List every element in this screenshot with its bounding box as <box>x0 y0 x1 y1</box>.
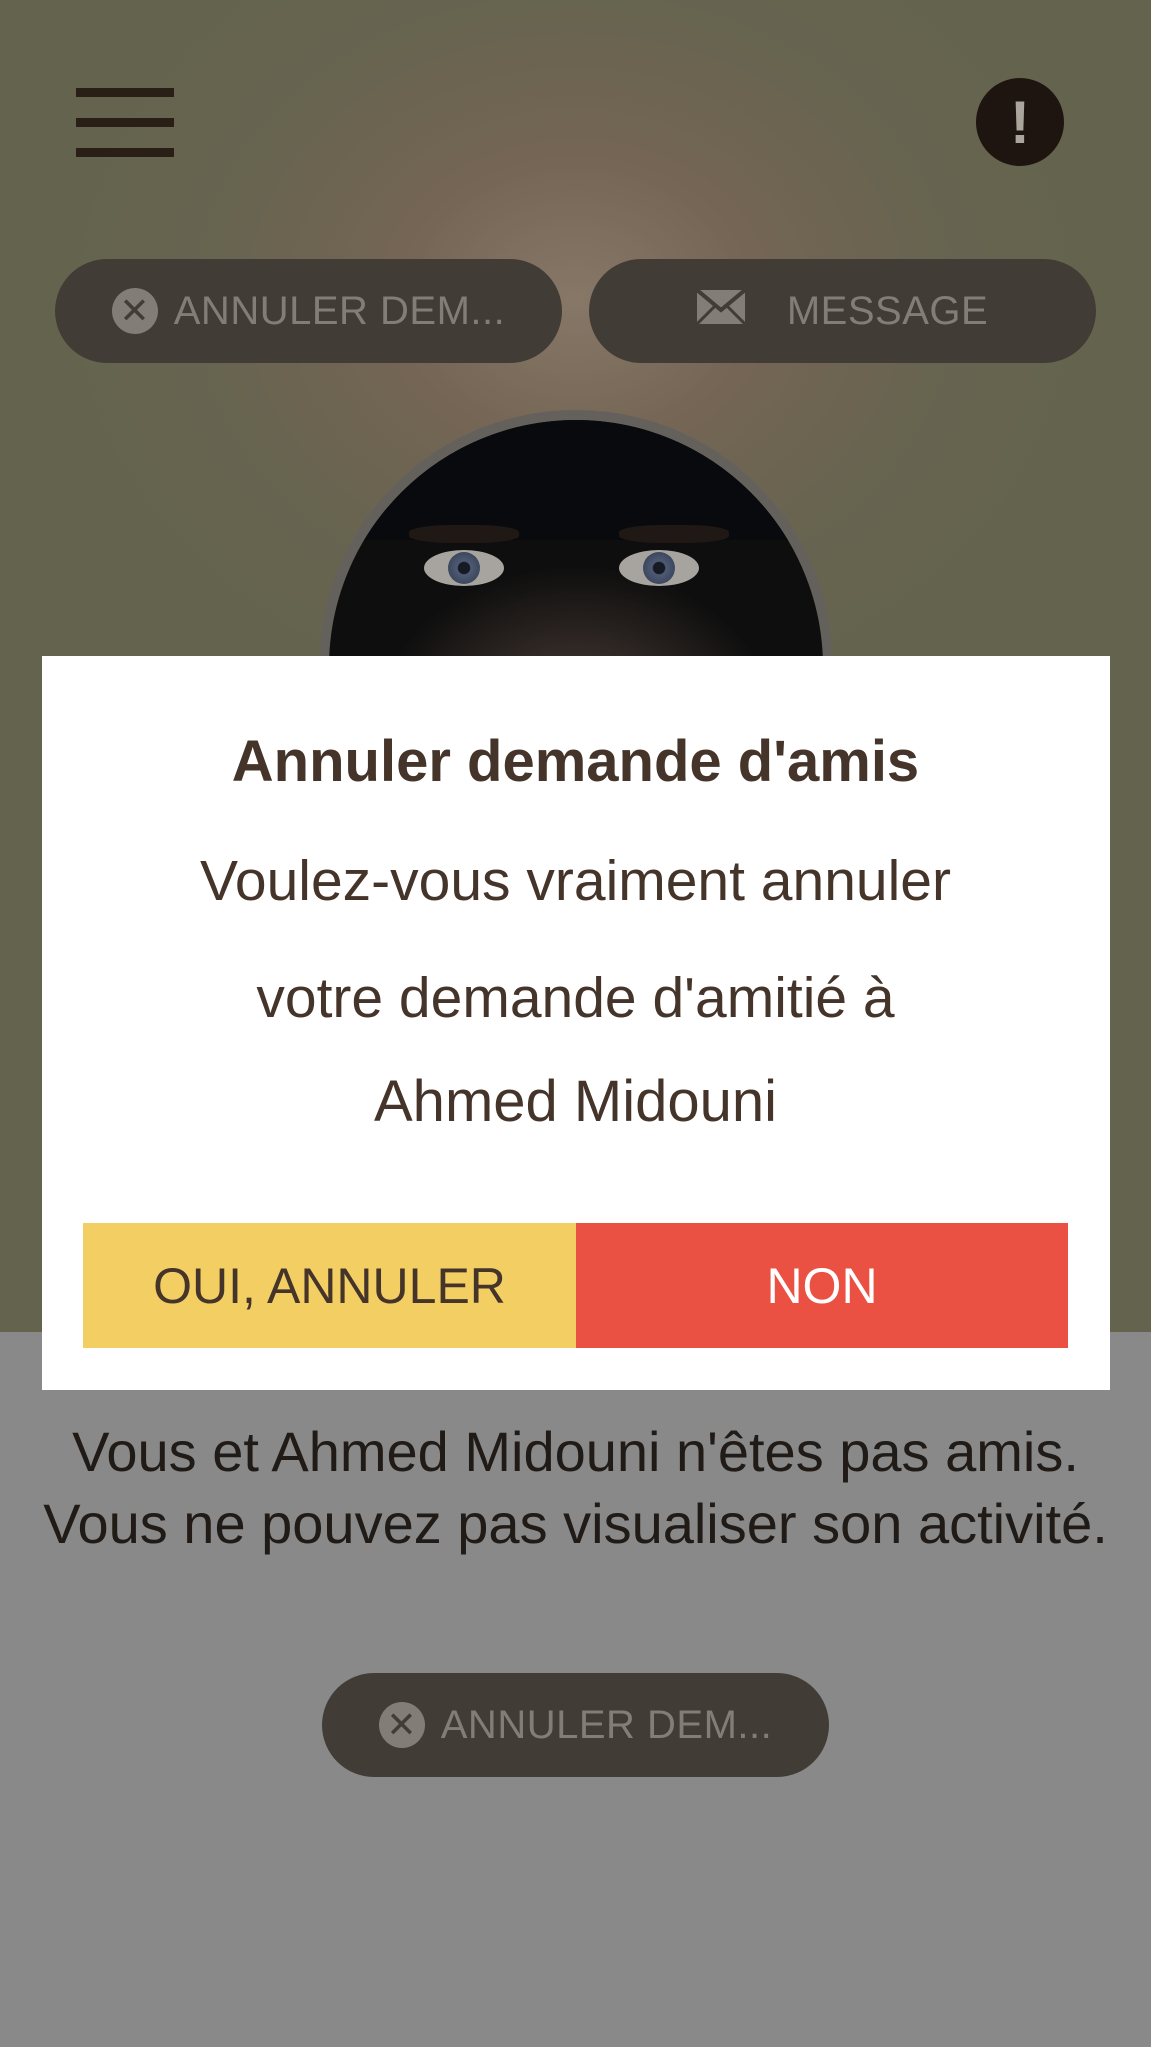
confirm-cancel-button[interactable]: OUI, ANNULER <box>83 1223 576 1348</box>
dialog-message-line-2: votre demande d'amitié à <box>256 966 895 1030</box>
dialog-target-name: Ahmed Midouni <box>374 1069 777 1134</box>
deny-button[interactable]: NON <box>576 1223 1068 1348</box>
dialog-title: Annuler demande d'amis <box>231 729 920 794</box>
dialog-message-line-1: Voulez-vous vraiment annuler <box>200 849 951 913</box>
